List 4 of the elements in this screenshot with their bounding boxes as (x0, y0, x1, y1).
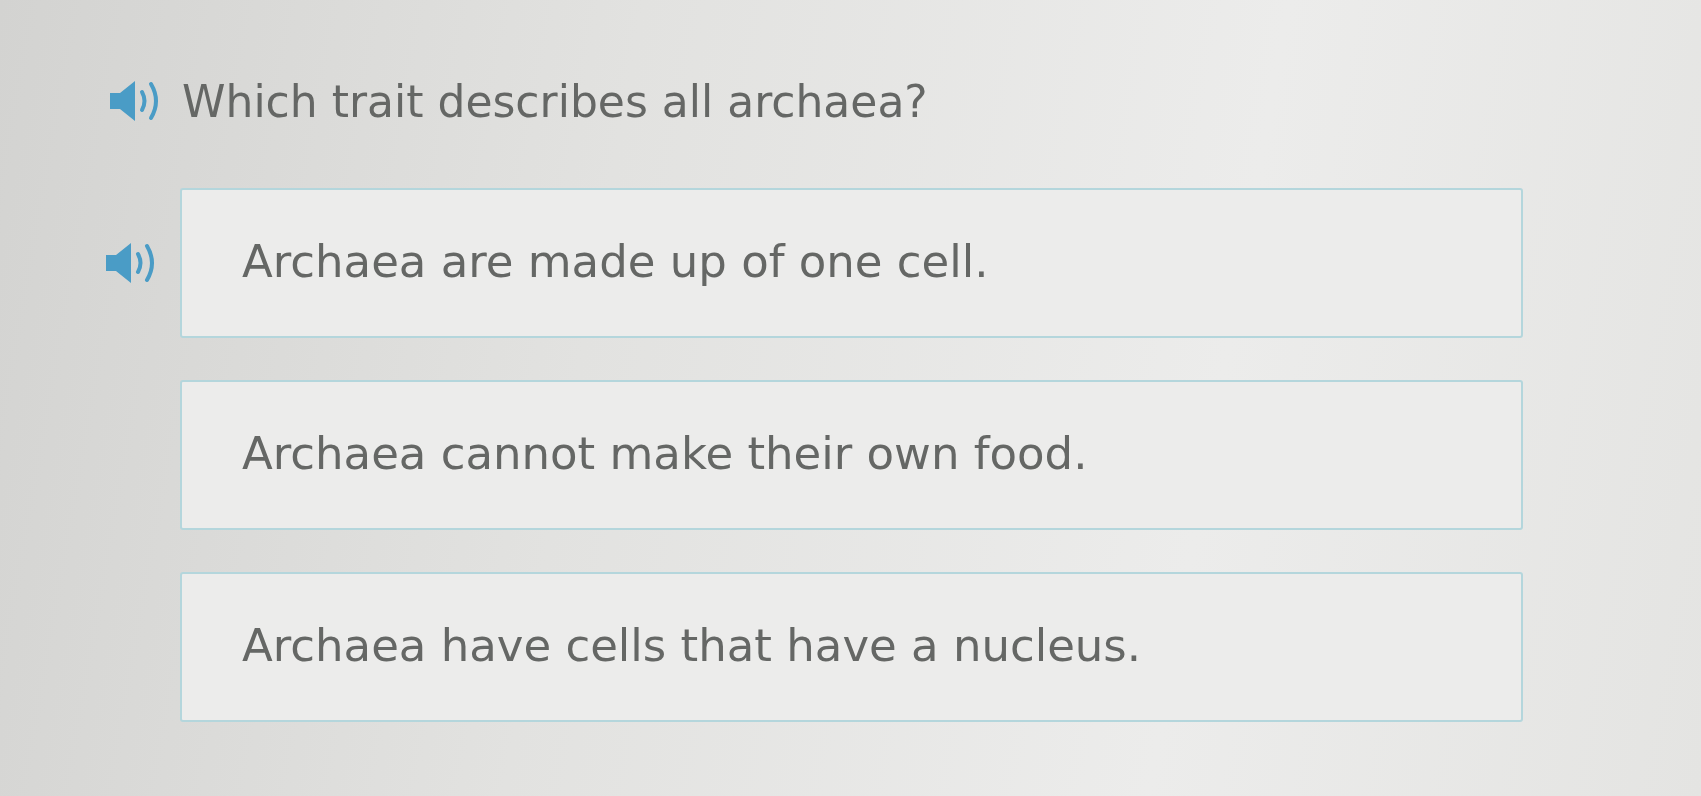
question-text: Which trait describes all archaea? (182, 75, 928, 127)
answer-option[interactable]: Archaea are made up of one cell. (180, 188, 1523, 338)
answer-option[interactable]: Archaea cannot make their own food. (180, 380, 1523, 530)
answer-option[interactable]: Archaea have cells that have a nucleus. (180, 572, 1523, 722)
